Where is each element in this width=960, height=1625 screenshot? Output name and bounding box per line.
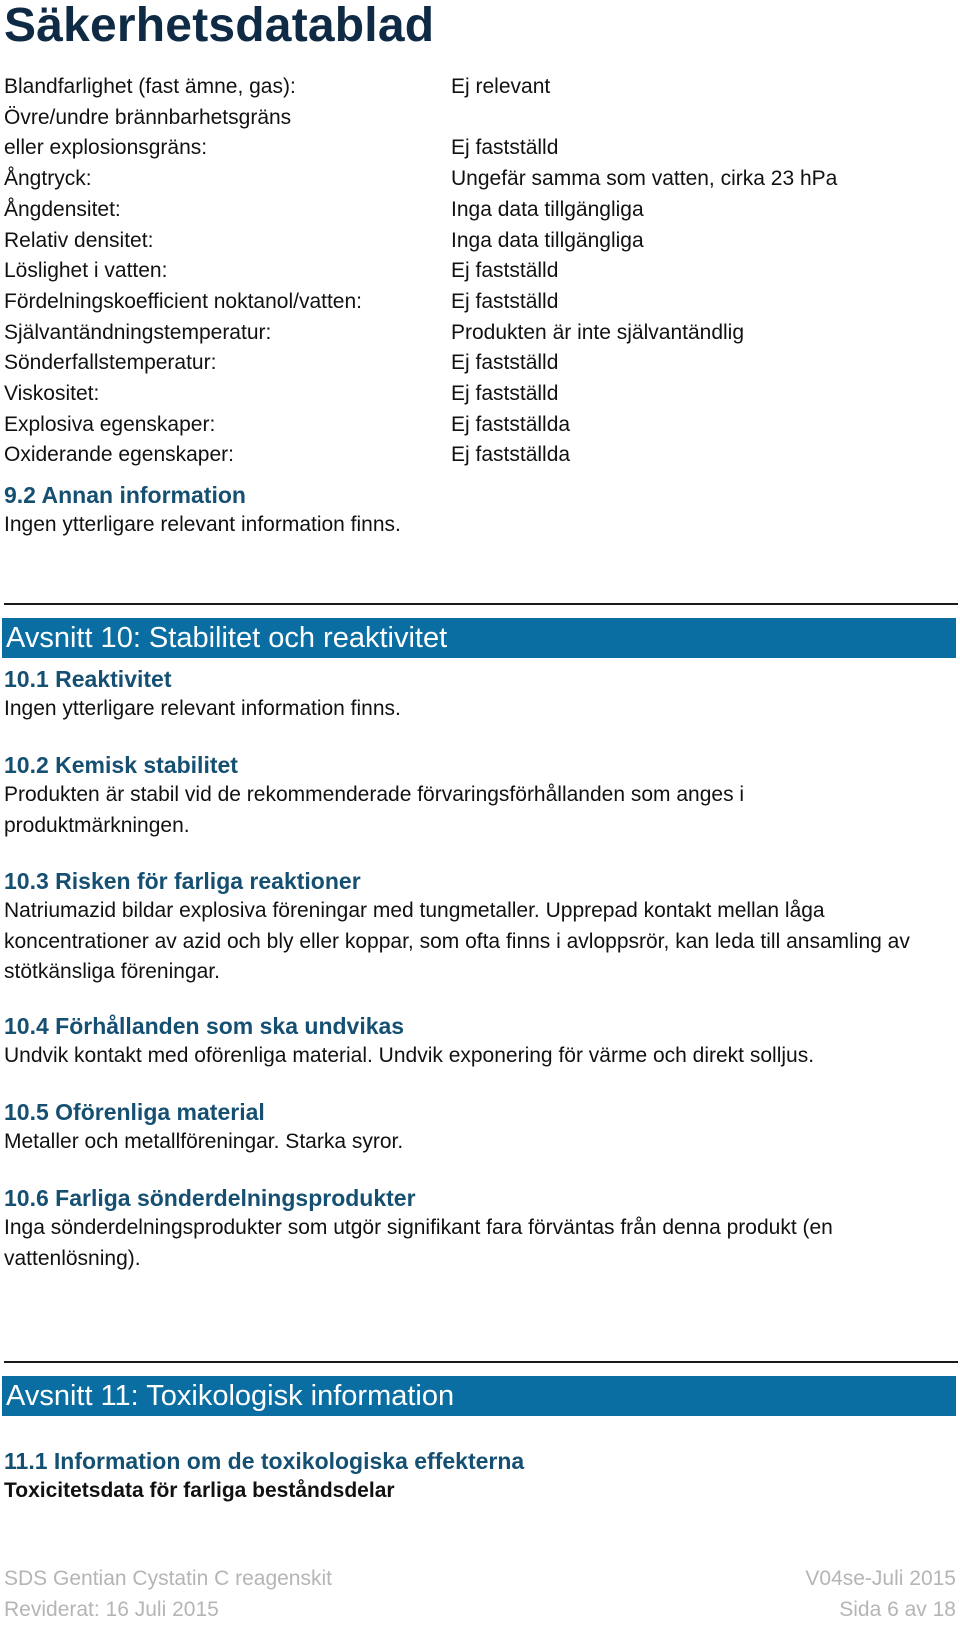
section-11-banner: Avsnitt 11: Toxikologisk information (2, 1376, 956, 1416)
document-title: Säkerhetsdatablad (4, 0, 435, 52)
property-label: Explosiva egenskaper: (4, 412, 216, 436)
subsection-heading: 10.2 Kemisk stabilitet (4, 752, 238, 778)
subsection-text: Inga sönderdelningsprodukter som utgör s… (4, 1216, 833, 1270)
property-row: Löslighet i vatten: Ej fastställd (4, 256, 954, 287)
property-row: Övre/undre brännbarhetsgräns eller explo… (4, 103, 954, 164)
section-10-banner: Avsnitt 10: Stabilitet och reaktivitet (2, 618, 956, 658)
property-row: Sönderfallstemperatur: Ej fastställd (4, 348, 954, 379)
property-label: Viskositet: (4, 382, 100, 406)
property-label: Övre/undre brännbarhetsgräns eller explo… (4, 105, 292, 160)
property-value: Ej fastställd (451, 136, 559, 160)
section-10-6: 10.6 Farliga sönderdelningsprodukter Ing… (4, 1183, 954, 1274)
section-10-1: 10.1 Reaktivitet Ingen ytterligare relev… (4, 664, 954, 725)
property-value: Ej fastställd (451, 259, 559, 283)
subsection-text: Produkten är stabil vid de rekommenderad… (4, 783, 745, 837)
footer-version: V04se-Juli 2015 (805, 1567, 956, 1590)
section-10-4: 10.4 Förhållanden som ska undvikas Undvi… (4, 1011, 954, 1072)
property-value: Ej fastställda (451, 412, 571, 436)
section-divider (4, 603, 958, 605)
subsection-text: Ingen ytterligare relevant information f… (4, 513, 401, 536)
property-row: Ångdensitet: Inga data tillgängliga (4, 195, 954, 226)
property-label: Oxiderande egenskaper: (4, 443, 234, 467)
property-label: Sönderfallstemperatur: (4, 351, 217, 375)
property-value: Ungefär samma som vatten, cirka 23 hPa (451, 167, 838, 191)
property-row: Relativ densitet: Inga data tillgängliga (4, 226, 954, 257)
property-row: Explosiva egenskaper: Ej fastställda (4, 410, 954, 441)
property-label: Fördelningskoefficient noktanol/vatten: (4, 289, 363, 313)
subsection-heading: 10.4 Förhållanden som ska undvikas (4, 1013, 405, 1039)
section-9-2: 9.2 Annan information Ingen ytterligare … (4, 480, 954, 541)
footer-page-number: Sida 6 av 18 (839, 1598, 956, 1621)
footer-revised-date: Reviderat: 16 Juli 2015 (4, 1598, 219, 1621)
property-row: Ångtryck: Ungefär samma som vatten, cirk… (4, 164, 954, 195)
subsection-heading: 10.5 Oförenliga material (4, 1099, 265, 1125)
section-11-1: 11.1 Information om de toxikologiska eff… (4, 1446, 954, 1506)
section-10-2: 10.2 Kemisk stabilitet Produkten är stab… (4, 750, 954, 841)
subsection-text: Undvik kontakt med oförenliga material. … (4, 1044, 815, 1067)
property-label: Löslighet i vatten: (4, 259, 168, 283)
subsection-text: Ingen ytterligare relevant information f… (4, 697, 401, 720)
subsection-heading: 9.2 Annan information (4, 482, 246, 508)
property-value: Ej relevant (451, 75, 551, 98)
property-value: Inga data tillgängliga (451, 228, 644, 252)
subsection-text: Metaller och metallföreningar. Starka sy… (4, 1130, 404, 1153)
property-label: Ångtryck: (4, 167, 92, 191)
property-label: Självantändningstemperatur: (4, 320, 272, 344)
subsection-heading: 10.1 Reaktivitet (4, 666, 172, 692)
property-value: Ej fastställd (451, 289, 559, 313)
property-row: Fördelningskoefficient noktanol/vatten: … (4, 287, 954, 318)
subsection-text: Natriumazid bildar explosiva föreningar … (4, 899, 910, 984)
property-row: Blandfarlighet (fast ämne, gas): Ej rele… (4, 72, 954, 103)
toxicity-data-heading: Toxicitetsdata för farliga beståndsdelar (4, 1479, 395, 1502)
property-label: Ångdensitet: (4, 197, 121, 221)
subsection-heading: 10.6 Farliga sönderdelningsprodukter (4, 1185, 416, 1211)
property-label: Blandfarlighet (fast ämne, gas): (4, 75, 296, 98)
property-value: Produkten är inte självantändlig (451, 320, 745, 344)
property-value: Ej fastställda (451, 443, 571, 467)
subsection-heading: 11.1 Information om de toxikologiska eff… (4, 1448, 525, 1474)
property-row: Oxiderande egenskaper: Ej fastställda (4, 440, 954, 471)
property-label: Relativ densitet: (4, 228, 154, 252)
footer-product-name: SDS Gentian Cystatin C reagenskit (4, 1567, 332, 1590)
subsection-heading: 10.3 Risken för farliga reaktioner (4, 868, 361, 894)
property-row: Självantändningstemperatur: Produkten är… (4, 318, 954, 349)
page-footer: SDS Gentian Cystatin C reagenskit V04se-… (4, 1563, 956, 1625)
property-row: Viskositet: Ej fastställd (4, 379, 954, 410)
property-value: Ej fastställd (451, 382, 559, 406)
section-10-3: 10.3 Risken för farliga reaktioner Natri… (4, 866, 954, 988)
section-divider (4, 1361, 958, 1363)
property-value: Ej fastställd (451, 351, 559, 375)
section-10-5: 10.5 Oförenliga material Metaller och me… (4, 1097, 954, 1158)
property-value: Inga data tillgängliga (451, 197, 644, 221)
properties-table: Blandfarlighet (fast ämne, gas): Ej rele… (4, 72, 954, 471)
